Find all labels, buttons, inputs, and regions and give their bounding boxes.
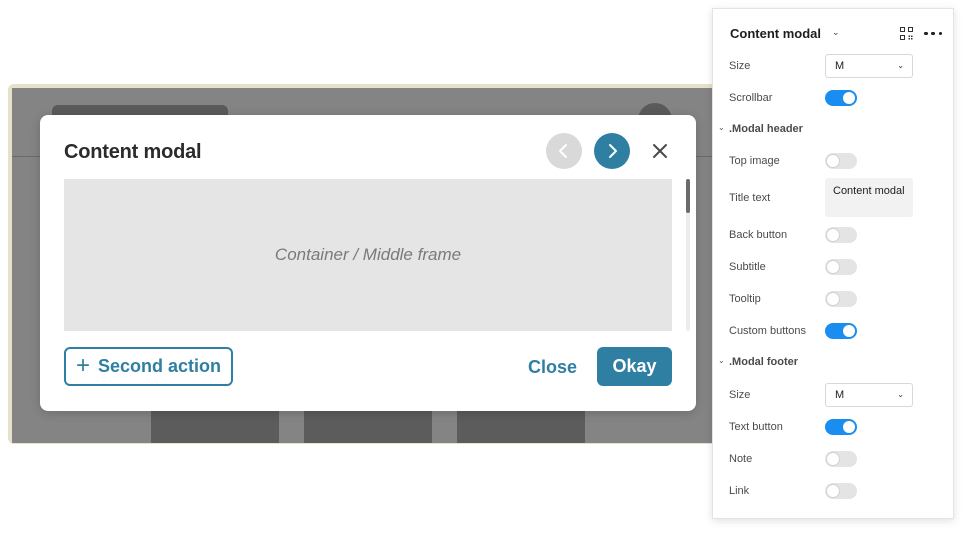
tooltip-toggle[interactable] [825,291,857,307]
size-select-value: M [835,60,845,72]
row-label: Link [729,485,750,497]
okay-button[interactable]: Okay [597,347,672,386]
row-label: Title text [729,192,771,204]
next-button[interactable] [594,133,630,169]
scrollbar-thumb[interactable] [686,179,690,213]
row-tooltip: Tooltip [713,285,953,313]
properties-panel: Content modal ⌄ Size M ⌄ Scrollbar ⌄ .Mo… [712,8,954,519]
footer-size-value: M [835,389,845,401]
section-label: .Modal header [729,123,803,135]
row-custom-buttons: Custom buttons [713,317,953,345]
chevron-down-icon[interactable]: ⌄ [832,27,840,38]
row-footer-size: Size M ⌄ [713,381,953,409]
row-label: Size [729,60,751,72]
chevron-down-icon: ⌄ [718,356,725,365]
note-toggle[interactable] [825,451,857,467]
subtitle-toggle[interactable] [825,259,857,275]
row-note: Note [713,445,953,473]
close-icon [653,144,667,158]
row-label: Subtitle [729,261,766,273]
footer-size-select[interactable]: M ⌄ [825,383,913,407]
row-scrollbar: Scrollbar [713,84,953,112]
scrollbar-toggle[interactable] [825,90,857,106]
link-toggle[interactable] [825,483,857,499]
row-label: Top image [729,155,780,167]
row-label: Note [729,453,753,465]
size-select[interactable]: M ⌄ [825,54,913,78]
component-grid-icon[interactable] [900,27,913,40]
row-label: Back button [729,229,788,241]
panel-title[interactable]: Content modal [730,26,821,41]
chevron-down-icon: ⌄ [897,61,904,70]
row-title-text: Title text Content modal [713,176,953,220]
chevron-down-icon: ⌄ [897,390,904,399]
modal-close-button[interactable] [648,139,672,163]
okay-label: Okay [612,356,657,376]
row-link: Link [713,477,953,505]
content-modal: Content modal Container / Middle frame +… [40,115,696,411]
custom-buttons-toggle[interactable] [825,323,857,339]
plus-icon: + [75,351,90,379]
chevron-left-icon [559,144,567,158]
row-text-button: Text button [713,413,953,441]
row-top-image: Top image [713,147,953,175]
top-image-toggle[interactable] [825,153,857,169]
section-modal-header[interactable]: ⌄ .Modal header [713,120,953,140]
back-button[interactable] [546,133,582,169]
middle-frame: Container / Middle frame [64,179,672,331]
row-size: Size M ⌄ [713,52,953,80]
row-back-button: Back button [713,221,953,249]
close-button[interactable]: Close [528,357,577,378]
second-action-button[interactable]: + Second action [64,347,233,386]
row-label: Scrollbar [729,92,773,104]
section-modal-footer[interactable]: ⌄ .Modal footer [713,353,953,373]
chevron-right-icon [609,144,617,158]
row-label: Size [729,389,751,401]
second-action-label: Second action [97,356,222,376]
middle-frame-label: Container / Middle frame [274,245,462,264]
modal-title: Content modal [64,141,202,163]
row-subtitle: Subtitle [713,253,953,281]
text-button-toggle[interactable] [825,419,857,435]
back-button-toggle[interactable] [825,227,857,243]
row-label: Text button [729,421,783,433]
more-options-icon[interactable] [924,27,942,40]
row-label: Tooltip [729,293,761,305]
row-label: Custom buttons [729,325,807,337]
chevron-down-icon: ⌄ [718,123,725,132]
section-label: .Modal footer [729,356,799,368]
title-text-input[interactable]: Content modal [825,178,913,217]
